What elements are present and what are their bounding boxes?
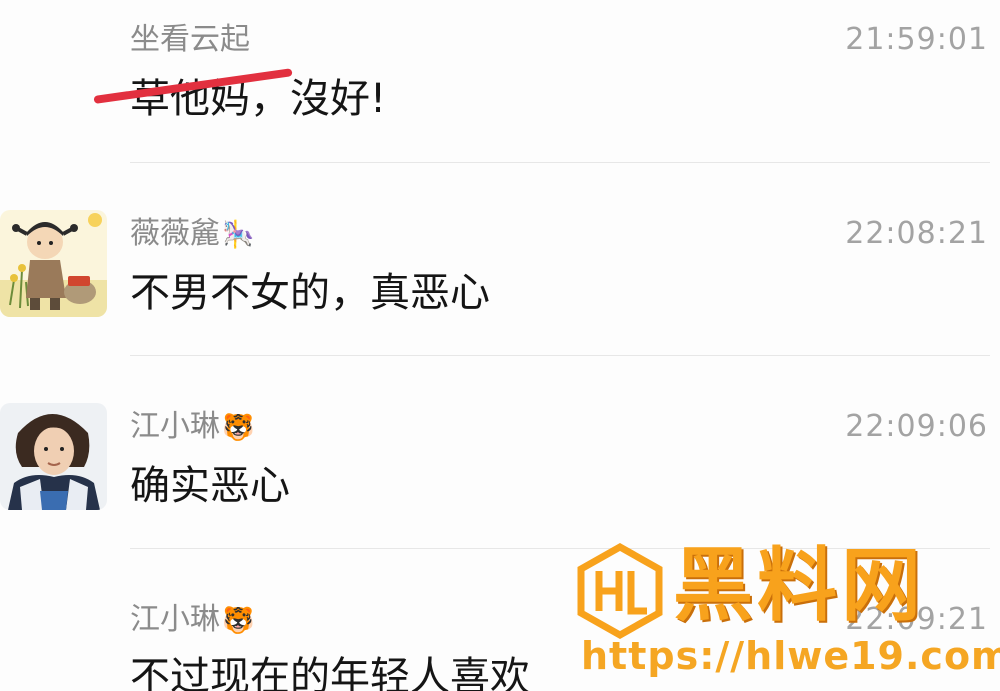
message-time: 22:08:21	[845, 216, 988, 251]
message-text[interactable]: 草他妈 ，沒好!	[93, 68, 387, 124]
struck-text: 草他妈	[93, 68, 293, 124]
message-text-rest: ，沒好!	[250, 76, 387, 122]
sender-name[interactable]: 江小琳🐯	[130, 602, 254, 639]
divider	[130, 355, 990, 356]
sender-name-label: 薇薇麄	[130, 216, 220, 251]
sender-name-label: 坐看云起	[130, 22, 250, 57]
sender-name-label: 江小琳	[130, 602, 220, 637]
girl-cartoon-avatar-icon	[0, 210, 107, 317]
divider	[130, 162, 990, 163]
sender-name[interactable]: 江小琳🐯	[130, 409, 254, 446]
chat-message-list: 坐看云起 21:59:01 草他妈 ，沒好! 薇薇麄🎠 22:08:21 不男不…	[0, 0, 1000, 691]
message-time: 22:09:06	[845, 409, 988, 444]
avatar[interactable]	[0, 210, 107, 317]
message-text[interactable]: 不男不女的，真恶心	[130, 268, 490, 318]
sender-name[interactable]: 坐看云起	[130, 22, 250, 58]
sender-name-label: 江小琳	[130, 409, 220, 444]
message-text[interactable]: 确实恶心	[130, 461, 290, 511]
watermark: 黑料网 https://hlwe19.com	[575, 538, 1000, 688]
watermark-url: https://hlwe19.com	[581, 634, 1000, 678]
hexagon-logo-icon	[577, 543, 663, 639]
tiger-face-icon: 🐯	[222, 606, 255, 636]
carousel-horse-icon: 🎠	[222, 220, 255, 250]
avatar[interactable]	[0, 403, 107, 510]
message-text[interactable]: 不过现在的年轻人喜欢	[130, 652, 530, 691]
watermark-title: 黑料网	[673, 539, 925, 632]
tiger-face-icon: 🐯	[222, 413, 255, 443]
sender-name[interactable]: 薇薇麄🎠	[130, 216, 254, 253]
message-time: 21:59:01	[845, 22, 988, 57]
man-photo-avatar-icon	[0, 403, 107, 510]
